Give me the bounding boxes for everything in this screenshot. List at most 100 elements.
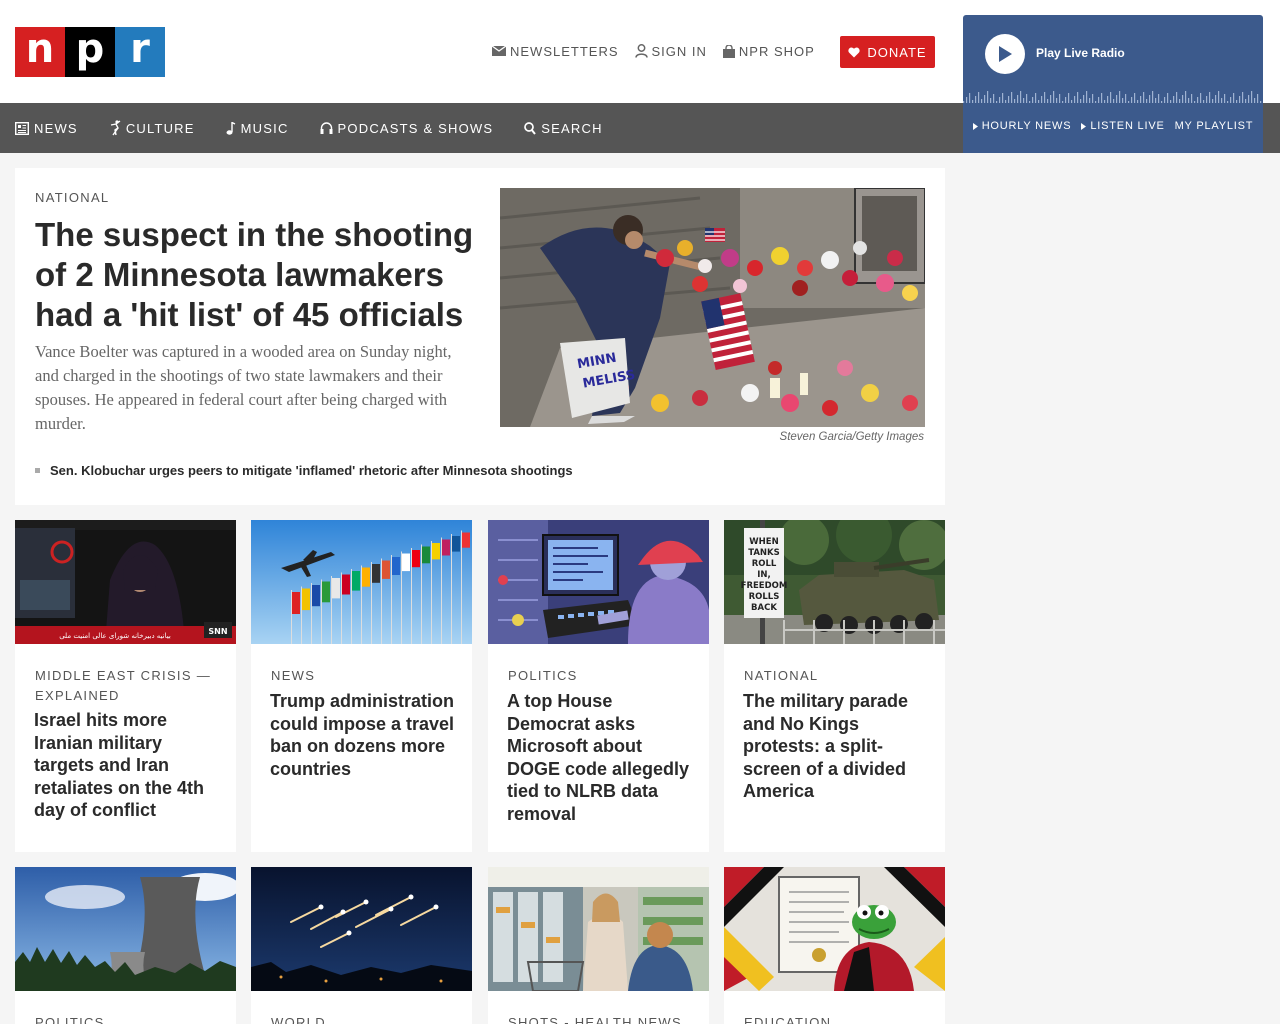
waveform-bar <box>1152 91 1154 103</box>
waveform-bar <box>1215 95 1217 103</box>
waveform-bar <box>1104 100 1106 103</box>
protest-sign-line: IN, <box>757 570 771 580</box>
story-headline[interactable]: The military parade and No Kings protest… <box>743 690 928 803</box>
waveform-bar <box>1245 99 1247 103</box>
my-playlist-link[interactable]: MY PLAYLIST <box>1175 120 1254 132</box>
waveform-bar <box>1101 93 1103 103</box>
waveform-bar <box>1116 95 1118 103</box>
nav-item-search[interactable]: SEARCH <box>524 121 602 136</box>
flag <box>432 543 440 560</box>
story-slug[interactable]: EDUCATION <box>744 1013 929 1024</box>
flag-pole <box>371 562 372 644</box>
newsletters-link[interactable]: NEWSLETTERS <box>492 44 619 59</box>
waveform-bar <box>1023 98 1025 103</box>
story-slug[interactable]: SHOTS - HEALTH NEWS <box>508 1013 693 1024</box>
waveform-bar <box>1212 99 1214 103</box>
heart-icon <box>848 47 861 57</box>
newsletters-label: NEWSLETTERS <box>510 43 619 59</box>
waveform-bar <box>1128 101 1130 103</box>
story-card[interactable]: POLITICS A top House Democrat asks Micro… <box>488 520 709 852</box>
american-flag-small <box>705 228 725 242</box>
hourly-news-link[interactable]: HOURLY NEWS <box>972 120 1072 132</box>
waveform-bar <box>1008 96 1010 103</box>
nav-item-culture[interactable]: CULTURE <box>109 120 195 136</box>
audio-waveform <box>963 91 1262 103</box>
protest-sign-line: ROLLS <box>749 592 780 602</box>
waveform-bar <box>1176 92 1178 103</box>
waveform-bar <box>1068 93 1070 103</box>
story-card[interactable]: SHOTS - HEALTH NEWS <box>488 867 709 1024</box>
story-thumbnail <box>251 867 472 991</box>
listen-live-label: LISTEN LIVE <box>1090 120 1165 132</box>
story-card[interactable]: NEWS Trump administration could impose a… <box>251 520 472 852</box>
donate-label: DONATE <box>867 44 927 60</box>
story-card[interactable]: POLITICS <box>15 867 236 1024</box>
related-story-text: Sen. Klobuchar urges peers to mitigate '… <box>50 463 573 478</box>
npr-shop-link[interactable]: NPR SHOP <box>722 44 815 59</box>
flag <box>412 550 420 568</box>
flag-pole <box>341 572 342 644</box>
newspaper-icon <box>15 121 29 135</box>
story-slug[interactable]: MIDDLE EAST CRISIS — EXPLAINED <box>35 666 220 706</box>
nav-item-podcasts[interactable]: PODCASTS & SHOWS <box>320 121 494 136</box>
nav-news-label: NEWS <box>34 120 78 136</box>
flag <box>422 546 430 564</box>
story-card[interactable]: EDUCATION <box>724 867 945 1024</box>
story-headline[interactable]: A top House Democrat asks Microsoft abou… <box>507 690 692 825</box>
protest-sign-line: BACK <box>751 603 777 613</box>
story-card[interactable]: WHEN TANKS ROLL IN, FREEDOM ROLLS BACK NATIONA… <box>724 520 945 852</box>
tank-protest-photo: WHEN TANKS ROLL IN, FREEDOM ROLLS BACK <box>724 520 945 644</box>
play-button[interactable] <box>985 34 1025 74</box>
story-thumbnail <box>488 867 709 991</box>
story-slug[interactable]: WORLD <box>271 1013 456 1024</box>
music-note-icon <box>226 121 235 135</box>
waveform-bar <box>1092 94 1094 103</box>
logo-letter-r: r <box>115 27 165 77</box>
kermit-diploma-photo <box>724 867 945 991</box>
waveform-bar <box>984 95 986 103</box>
image-credit: Steven Garcia/Getty Images <box>779 431 924 443</box>
tv-caption: بیانیه دبیرخانه شورای عالی امنیت ملی <box>59 632 171 640</box>
story-thumbnail: SNN بیانیه دبیرخانه شورای عالی امنیت ملی <box>15 520 236 644</box>
story-slug[interactable]: NATIONAL <box>744 666 929 686</box>
waveform-bar <box>1230 97 1232 103</box>
story-slug[interactable]: POLITICS <box>35 1013 220 1024</box>
waveform-bar <box>1038 100 1040 103</box>
waveform-bar <box>1149 95 1151 103</box>
listen-live-link[interactable]: LISTEN LIVE <box>1081 120 1164 132</box>
featured-headline[interactable]: The suspect in the shooting of 2 Minneso… <box>35 215 475 335</box>
story-slug[interactable]: POLITICS <box>508 666 693 686</box>
waveform-bar <box>1167 93 1169 103</box>
featured-image[interactable]: MINNMELISS <box>500 188 925 427</box>
story-headline[interactable]: Trump administration could impose a trav… <box>270 690 455 780</box>
waveform-bar <box>1185 91 1187 103</box>
story-slug[interactable]: NEWS <box>271 666 456 686</box>
featured-slug[interactable]: NATIONAL <box>35 190 109 205</box>
bullet-icon <box>35 468 40 473</box>
story-card[interactable]: SNN بیانیه دبیرخانه شورای عالی امنیت ملی… <box>15 520 236 852</box>
waveform-bar <box>999 97 1001 103</box>
flag-pole <box>351 569 352 644</box>
nav-item-news[interactable]: NEWS <box>15 121 78 136</box>
npr-logo[interactable]: n p r <box>15 27 165 77</box>
tv-logo: SNN <box>208 627 227 636</box>
story-headline[interactable]: Israel hits more Iranian military target… <box>34 709 219 822</box>
donate-button[interactable]: DONATE <box>840 36 935 68</box>
story-card[interactable]: WORLD <box>251 867 472 1024</box>
flag-pole <box>421 544 422 644</box>
sign-in-link[interactable]: SIGN IN <box>634 44 707 59</box>
waveform-bar <box>1035 93 1037 103</box>
hacker-illustration <box>488 520 709 644</box>
nav-item-music[interactable]: MUSIC <box>226 121 289 136</box>
waveform-bar <box>963 101 965 103</box>
protest-sign-line: WHEN <box>749 537 778 547</box>
waveform-bar <box>1227 101 1229 103</box>
waveform-bar <box>1017 95 1019 103</box>
waveform-bar <box>1107 96 1109 103</box>
waveform-bar <box>1188 98 1190 103</box>
waveform-bar <box>1158 94 1160 103</box>
waveform-bar <box>1029 101 1031 103</box>
waveform-bar <box>1122 98 1124 103</box>
waveform-bar <box>1170 100 1172 103</box>
related-story-link[interactable]: Sen. Klobuchar urges peers to mitigate '… <box>35 463 573 478</box>
